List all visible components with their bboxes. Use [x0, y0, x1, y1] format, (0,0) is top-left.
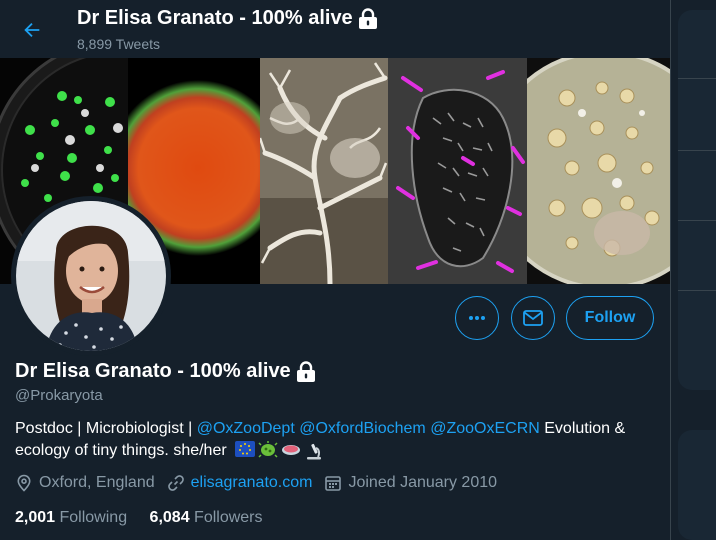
- lock-icon: [358, 7, 377, 29]
- sidebar-divider: [678, 220, 716, 221]
- banner-panel-microscopy: [388, 58, 527, 284]
- petri-dish-icon: [282, 444, 301, 455]
- following-label: Following: [59, 509, 128, 526]
- bio-emoji-group: [235, 440, 324, 461]
- website-item[interactable]: elisagranato.com: [167, 474, 313, 492]
- sidebar-card: [678, 10, 716, 390]
- following-count: 2,001: [15, 509, 56, 526]
- more-button[interactable]: [455, 296, 499, 340]
- bio-mention-oxfordbiochem[interactable]: @OxfordBiochem: [299, 420, 426, 437]
- website-link[interactable]: elisagranato.com: [191, 474, 313, 492]
- joined-text: Joined January 2010: [348, 474, 498, 491]
- sidebar-divider: [678, 150, 716, 151]
- bio-prefix: Postdoc | Microbiologist |: [15, 420, 197, 437]
- following-stat[interactable]: 2,001 Following: [15, 509, 127, 526]
- more-icon: [469, 316, 485, 320]
- envelope-icon: [523, 310, 543, 326]
- followers-count: 6,084: [149, 509, 190, 526]
- calendar-icon: [325, 476, 342, 491]
- location-text: Oxford, England: [39, 474, 155, 491]
- eu-flag-icon: [235, 440, 256, 457]
- microscope-icon: [307, 443, 322, 460]
- bio-mention-oxzoodept[interactable]: @OxZooDept: [197, 420, 295, 437]
- message-button[interactable]: [511, 296, 555, 340]
- profile-bio: Postdoc | Microbiologist | @OxZooDept @O…: [15, 418, 665, 462]
- arrow-left-icon: [24, 22, 40, 38]
- sidebar-divider: [678, 290, 716, 291]
- tweet-count: 8,899 Tweets: [77, 36, 161, 52]
- back-button[interactable]: [14, 12, 50, 48]
- header-title: Dr Elisa Granato - 100% alive: [77, 7, 379, 30]
- profile-name: Dr Elisa Granato - 100% alive: [15, 360, 317, 383]
- profile-header: Dr Elisa Granato - 100% alive 8,899 Twee…: [0, 0, 670, 58]
- header-name-text: Dr Elisa Granato - 100% alive: [77, 7, 353, 29]
- banner-panel-petri-dish: [527, 58, 670, 284]
- profile-column: Dr Elisa Granato - 100% alive 8,899 Twee…: [0, 0, 671, 540]
- location-pin-icon: [17, 474, 31, 492]
- follow-button[interactable]: Follow: [566, 296, 654, 340]
- sidebar-divider: [678, 78, 716, 79]
- right-sidebar: [672, 0, 716, 540]
- link-icon: [167, 475, 184, 491]
- profile-stats: 2,001 Following 6,084 Followers: [15, 509, 281, 527]
- bio-mention-zoooxecrn[interactable]: @ZooOxECRN: [430, 420, 540, 437]
- banner-panel-branching-colony: [260, 58, 388, 284]
- profile-handle: @Prokaryota: [15, 387, 103, 404]
- lock-icon: [296, 360, 315, 382]
- sidebar-card-lower: [678, 430, 716, 540]
- profile-avatar[interactable]: [11, 196, 171, 356]
- location-item: Oxford, England: [15, 474, 155, 492]
- followers-stat[interactable]: 6,084 Followers: [150, 509, 263, 526]
- followers-label: Followers: [194, 509, 263, 526]
- microbe-icon: [258, 440, 278, 458]
- joined-item: Joined January 2010: [324, 474, 497, 492]
- profile-name-text: Dr Elisa Granato - 100% alive: [15, 360, 291, 382]
- profile-meta: Oxford, England elisagranato.com Joined …: [15, 474, 509, 492]
